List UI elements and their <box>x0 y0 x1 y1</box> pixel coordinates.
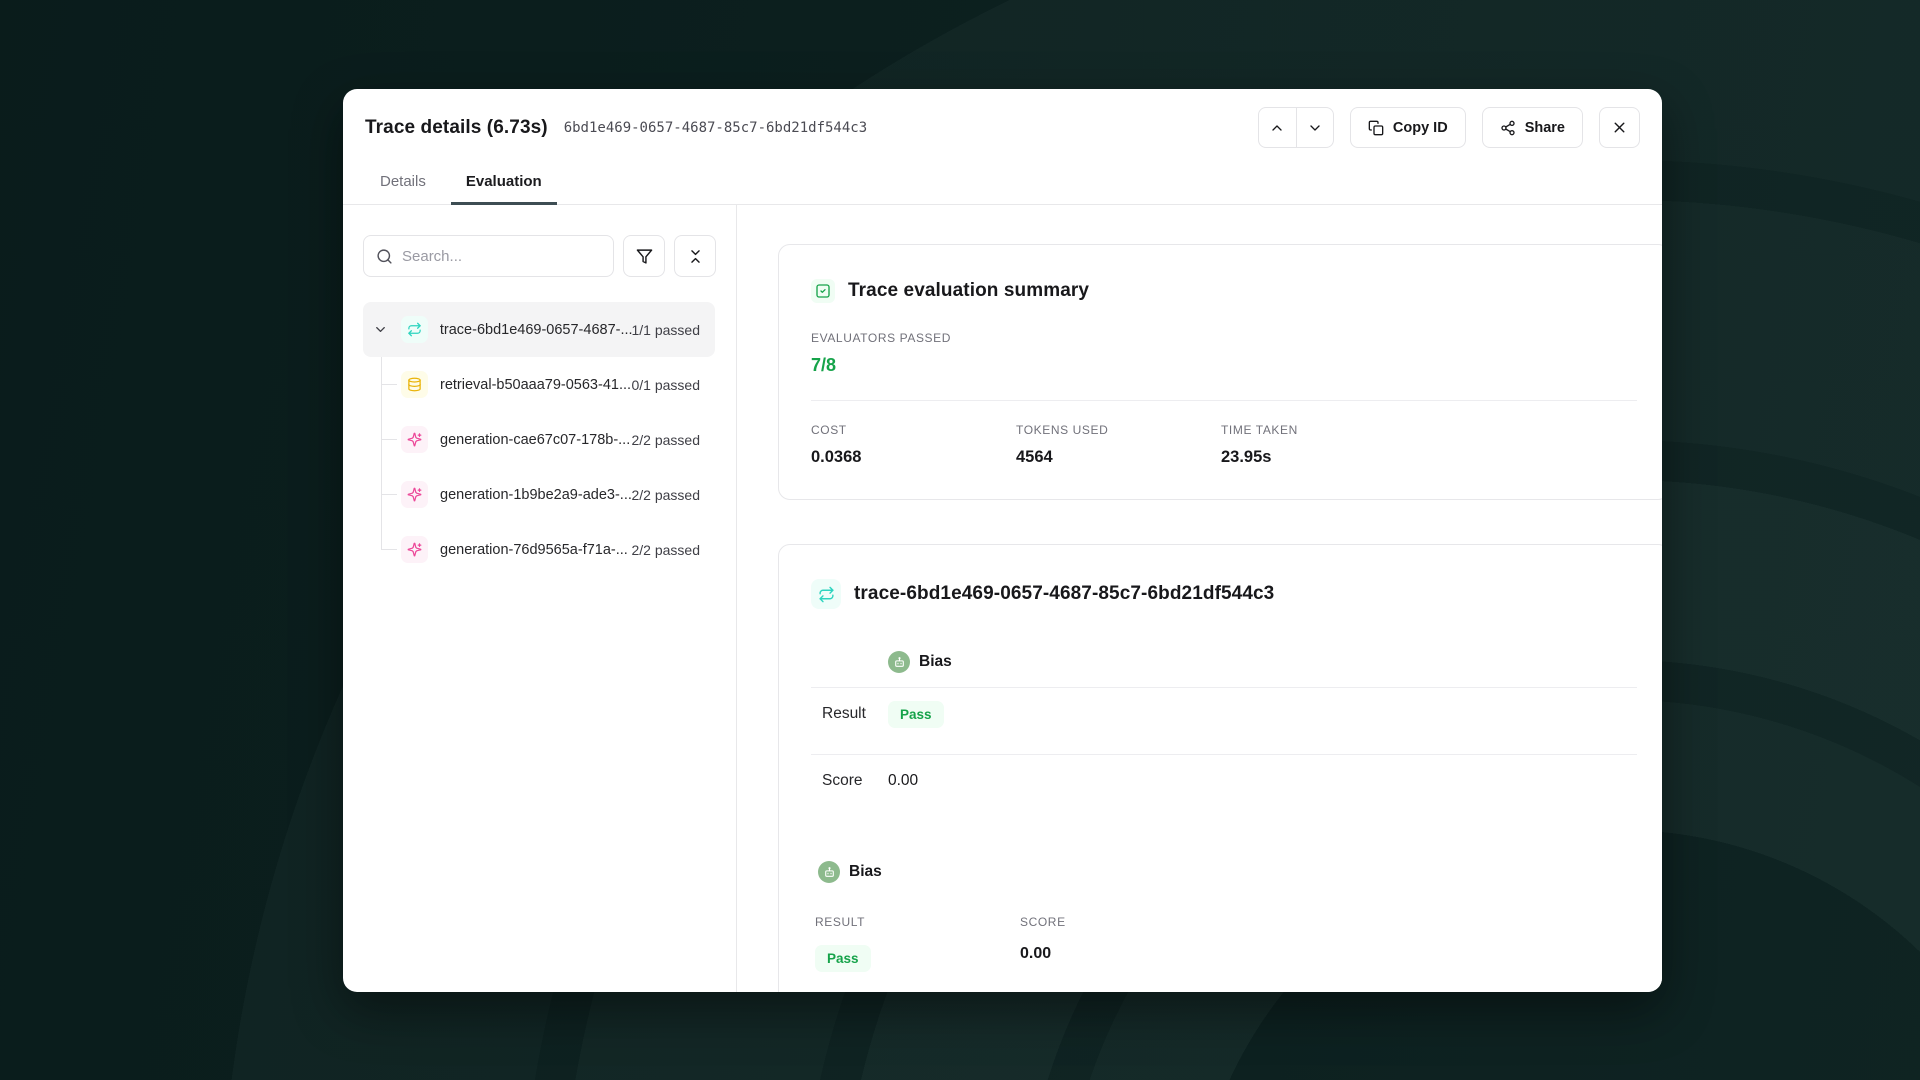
repeat-trace-icon <box>401 316 428 343</box>
trace-tree: trace-6bd1e469-0657-4687-... 1/1 passed … <box>363 302 715 577</box>
chevron-down-icon <box>1307 120 1323 136</box>
trace-details-modal: Trace details (6.73s) 6bd1e469-0657-4687… <box>343 89 1662 992</box>
tree-item-status: 0/1 passed <box>632 377 716 393</box>
group-result-col: RESULT Pass <box>815 915 1020 972</box>
trace-evaluation-card: trace-6bd1e469-0657-4687-85c7-6bd21df544… <box>778 544 1662 992</box>
chevron-up-icon <box>1269 120 1285 136</box>
tree-connector-line <box>381 494 397 495</box>
search-icon <box>376 248 393 265</box>
check-square-icon <box>811 279 835 303</box>
tab-bar: Details Evaluation <box>343 164 1662 205</box>
collapse-all-button[interactable] <box>674 235 716 277</box>
tree-item-generation-3[interactable]: generation-76d9565a-f71a-... 2/2 passed <box>363 522 715 577</box>
close-icon <box>1611 119 1628 136</box>
bias-evaluator-group: Bias RESULT Pass SCORE 0.00 <box>811 861 1637 972</box>
tree-item-label: generation-cae67c07-178b-... <box>440 432 630 448</box>
evaluator-name: Bias <box>849 863 882 881</box>
summary-card-title: Trace evaluation summary <box>848 280 1089 302</box>
header-actions: Copy ID Share <box>1258 107 1640 148</box>
trace-evaluation-summary-card: Trace evaluation summary EVALUATORS PASS… <box>778 244 1662 500</box>
tree-item-generation-1[interactable]: generation-cae67c07-178b-... 2/2 passed <box>363 412 715 467</box>
stat-time-taken: TIME TAKEN 23.95s <box>1221 423 1426 467</box>
tree-item-trace[interactable]: trace-6bd1e469-0657-4687-... 1/1 passed <box>363 302 715 357</box>
trace-tree-sidebar: trace-6bd1e469-0657-4687-... 1/1 passed … <box>343 205 737 992</box>
tree-item-status: 2/2 passed <box>632 432 716 448</box>
trace-card-title: trace-6bd1e469-0657-4687-85c7-6bd21df544… <box>854 583 1274 605</box>
tab-evaluation[interactable]: Evaluation <box>451 164 557 205</box>
stat-value: 23.95s <box>1221 448 1426 467</box>
modal-title: Trace details (6.73s) <box>365 117 548 139</box>
search-input[interactable] <box>402 248 601 265</box>
sparkles-icon <box>401 536 428 563</box>
score-value: 0.00 <box>1020 945 1225 963</box>
result-header: RESULT <box>815 915 1020 929</box>
pass-badge: Pass <box>815 945 871 972</box>
share-icon <box>1500 120 1516 136</box>
stat-tokens-used: TOKENS USED 4564 <box>1016 423 1221 467</box>
tree-item-status: 2/2 passed <box>632 542 716 558</box>
prev-trace-button[interactable] <box>1259 108 1296 147</box>
modal-header: Trace details (6.73s) 6bd1e469-0657-4687… <box>343 89 1662 148</box>
stat-value: 0.0368 <box>811 448 1016 467</box>
robot-evaluator-icon <box>888 651 910 673</box>
result-row: Result Pass <box>811 688 1637 740</box>
score-label: Score <box>822 772 888 790</box>
sparkles-icon <box>401 426 428 453</box>
evaluation-panel: Trace evaluation summary EVALUATORS PASS… <box>737 205 1662 992</box>
stat-label: COST <box>811 423 1016 437</box>
tree-connector-line <box>381 549 397 550</box>
filter-button[interactable] <box>623 235 665 277</box>
score-header: SCORE <box>1020 915 1225 929</box>
evaluators-passed-label: EVALUATORS PASSED <box>811 331 1637 345</box>
copy-id-button[interactable]: Copy ID <box>1350 107 1466 148</box>
tree-item-retrieval[interactable]: retrieval-b50aaa79-0563-41... 0/1 passed <box>363 357 715 412</box>
tab-details[interactable]: Details <box>365 164 441 205</box>
next-trace-button[interactable] <box>1296 108 1333 147</box>
tree-item-label: retrieval-b50aaa79-0563-41... <box>440 377 631 393</box>
stat-cost: COST 0.0368 <box>811 423 1016 467</box>
filter-funnel-icon <box>636 248 653 265</box>
tree-item-generation-2[interactable]: generation-1b9be2a9-ade3-... 2/2 passed <box>363 467 715 522</box>
score-row: Score 0.00 <box>811 755 1637 807</box>
divider <box>811 400 1637 401</box>
repeat-trace-icon <box>811 579 841 609</box>
group-score-col: SCORE 0.00 <box>1020 915 1225 972</box>
sparkles-icon <box>401 481 428 508</box>
tree-item-label: trace-6bd1e469-0657-4687-... <box>440 322 632 338</box>
trace-id-text: 6bd1e469-0657-4687-85c7-6bd21df544c3 <box>564 120 867 136</box>
expand-chevron-icon[interactable] <box>371 322 391 337</box>
summary-stats-row: COST 0.0368 TOKENS USED 4564 TIME TAKEN … <box>811 423 1637 467</box>
result-label: Result <box>822 705 888 723</box>
evaluators-passed-value: 7/8 <box>811 355 1637 376</box>
robot-evaluator-icon <box>818 861 840 883</box>
tree-connector-line <box>381 439 397 440</box>
trace-nav-group <box>1258 107 1334 148</box>
tree-connector-line <box>381 384 397 385</box>
pass-badge: Pass <box>888 701 944 728</box>
search-box <box>363 235 614 277</box>
evaluator-name: Bias <box>919 653 952 671</box>
chevrons-collapse-icon <box>687 248 704 265</box>
bias-evaluator-section: Bias Result Pass Score 0.00 <box>811 651 1637 807</box>
score-value: 0.00 <box>888 772 918 790</box>
share-label: Share <box>1525 120 1565 136</box>
share-button[interactable]: Share <box>1482 107 1583 148</box>
stat-value: 4564 <box>1016 448 1221 467</box>
tree-item-label: generation-76d9565a-f71a-... <box>440 542 628 558</box>
tree-item-status: 2/2 passed <box>632 487 716 503</box>
tree-item-label: generation-1b9be2a9-ade3-... <box>440 487 632 503</box>
close-button[interactable] <box>1599 107 1640 148</box>
stat-label: TOKENS USED <box>1016 423 1221 437</box>
copy-id-label: Copy ID <box>1393 120 1448 136</box>
database-icon <box>401 371 428 398</box>
stat-label: TIME TAKEN <box>1221 423 1426 437</box>
tree-item-status: 1/1 passed <box>632 322 716 338</box>
copy-icon <box>1368 120 1384 136</box>
